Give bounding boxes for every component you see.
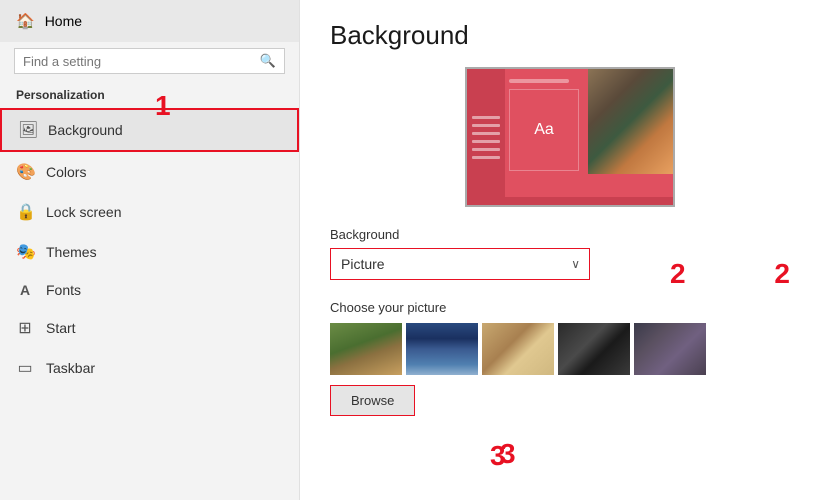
monitor-background: Aa (467, 69, 673, 205)
picture-thumb-3[interactable] (482, 323, 554, 375)
start-icon: ⊞ (16, 318, 34, 338)
picture-thumb-1[interactable] (330, 323, 402, 375)
sidebar-item-lockscreen-label: Lock screen (46, 204, 121, 220)
panel-line-4 (472, 140, 500, 143)
page-title: Background (330, 20, 810, 51)
colors-icon: 🎨 (16, 162, 34, 182)
background-dropdown-label: Background (330, 227, 810, 242)
annotation-2: 2 (774, 258, 790, 290)
annotation-3: 3 (500, 438, 516, 470)
preview-container: Aa (330, 67, 810, 207)
background-dropdown-wrapper: Picture Solid color Slideshow ∨ (330, 248, 590, 280)
search-box: 🔍 (14, 48, 285, 74)
picture-thumb-5[interactable] (634, 323, 706, 375)
monitor-topbar (509, 79, 569, 83)
monitor-photo-inner (588, 69, 673, 174)
monitor-preview: Aa (465, 67, 675, 207)
sidebar-item-colors-label: Colors (46, 164, 86, 180)
sidebar-item-start[interactable]: ⊞ Start (0, 308, 299, 348)
search-icon[interactable]: 🔍 (260, 53, 276, 69)
browse-button[interactable]: Browse (330, 385, 415, 416)
personalization-section-label: Personalization (0, 84, 299, 108)
sidebar-item-colors[interactable]: 🎨 Colors (0, 152, 299, 192)
panel-line-5 (472, 148, 500, 151)
background-dropdown[interactable]: Picture Solid color Slideshow (330, 248, 590, 280)
sidebar-item-home[interactable]: 🏠 Home (0, 0, 299, 42)
sidebar-item-taskbar[interactable]: ▭ Taskbar (0, 348, 299, 388)
themes-icon: 🎭 (16, 242, 34, 262)
sidebar-item-themes-label: Themes (46, 244, 97, 260)
fonts-icon: A (16, 282, 34, 298)
taskbar-icon: ▭ (16, 358, 34, 378)
panel-line-1 (472, 116, 500, 119)
choose-picture-label: Choose your picture (330, 300, 810, 315)
search-input[interactable] (23, 54, 260, 69)
sidebar-item-themes[interactable]: 🎭 Themes (0, 232, 299, 272)
sidebar: 🏠 Home 🔍 Personalization 🖼 Background 🎨 … (0, 0, 300, 500)
sidebar-home-label: Home (45, 13, 82, 29)
sidebar-item-background[interactable]: 🖼 Background (0, 108, 299, 152)
panel-line-3 (472, 132, 500, 135)
background-icon: 🖼 (18, 120, 36, 140)
home-icon: 🏠 (16, 12, 35, 30)
picture-thumb-2[interactable] (406, 323, 478, 375)
main-content: Background Aa (300, 0, 840, 500)
sidebar-item-background-label: Background (48, 122, 123, 138)
sidebar-item-taskbar-label: Taskbar (46, 360, 95, 376)
sidebar-item-fonts-label: Fonts (46, 282, 81, 298)
sidebar-item-fonts[interactable]: A Fonts (0, 272, 299, 308)
pictures-row (330, 323, 810, 375)
panel-line-2 (472, 124, 500, 127)
sidebar-item-lock-screen[interactable]: 🔒 Lock screen (0, 192, 299, 232)
monitor-photo (588, 69, 673, 174)
picture-thumb-4[interactable] (558, 323, 630, 375)
panel-line-6 (472, 156, 500, 159)
monitor-left-panel (467, 69, 505, 205)
lock-screen-icon: 🔒 (16, 202, 34, 222)
monitor-window: Aa (509, 89, 579, 171)
monitor-bottom-bar (467, 197, 673, 205)
sidebar-item-start-label: Start (46, 320, 76, 336)
